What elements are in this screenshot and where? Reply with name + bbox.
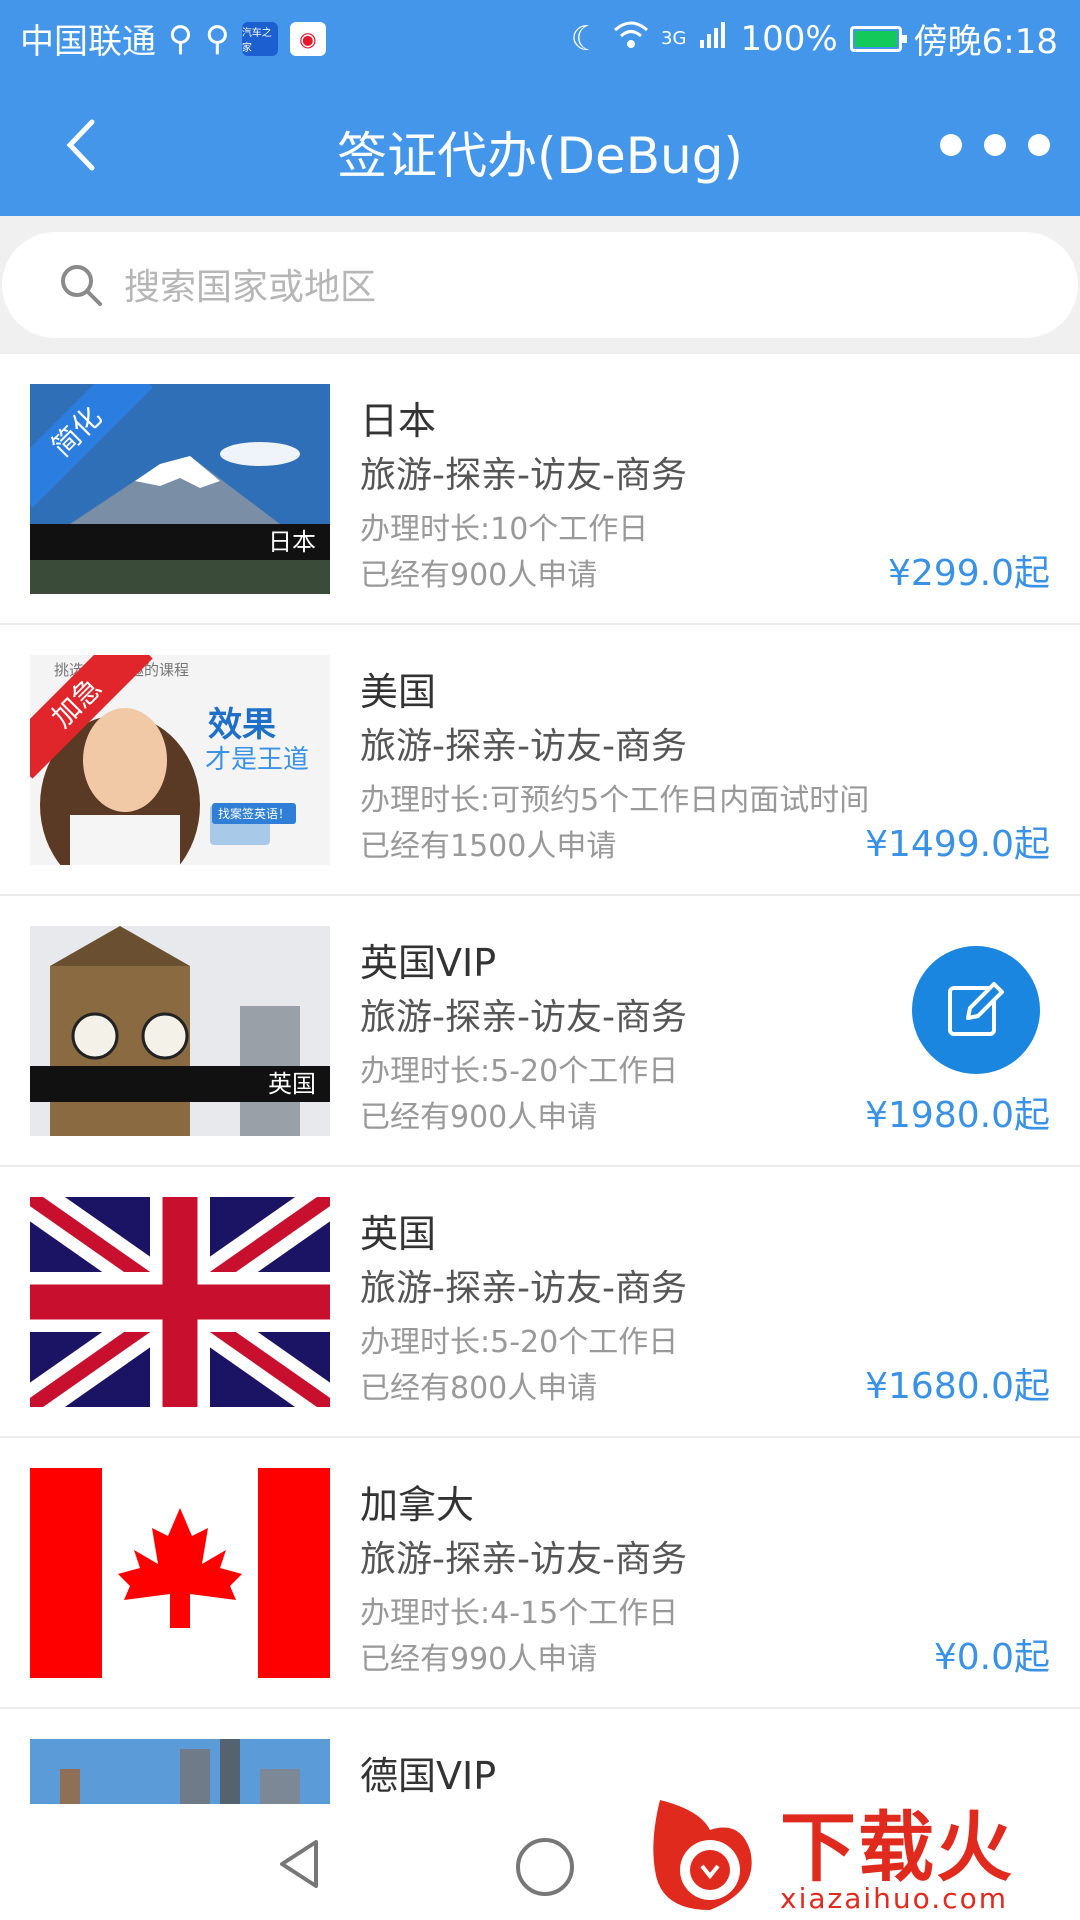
processing-time: 办理时长:可预约5个工作日内面试时间 <box>360 783 870 818</box>
country-name: 美国 <box>360 670 437 714</box>
battery-icon <box>849 25 907 52</box>
price: ¥1680.0起 <box>865 1366 1050 1407</box>
thumbnail-caption: 日本 <box>30 524 330 560</box>
more-dots-icon <box>940 134 962 156</box>
uk-flag-thumbnail <box>30 1197 330 1407</box>
thumbnail-caption: 英国 <box>30 1066 330 1102</box>
visa-types: 旅游-探亲-访友-商务 <box>360 1268 687 1309</box>
watermark-url: xiazaihuo.com <box>780 1882 1008 1915</box>
search-box[interactable] <box>2 232 1078 338</box>
visa-list: 日本 简化 日本 旅游-探亲-访友-商务 办理时长:10个工作日 已经有900人… <box>0 354 1080 1819</box>
japan-thumbnail: 日本 简化 <box>30 384 330 594</box>
price: ¥299.0起 <box>888 553 1050 594</box>
price: ¥0.0起 <box>933 1637 1050 1678</box>
clock: 傍晚6:18 <box>913 22 1058 62</box>
visa-types: 旅游-探亲-访友-商务 <box>360 1539 687 1580</box>
applicant-count: 已经有900人申请 <box>360 1100 598 1135</box>
country-name: 日本 <box>360 399 437 443</box>
country-name: 英国 <box>360 1212 437 1256</box>
canada-flag-thumbnail <box>30 1468 330 1678</box>
uk-vip-thumbnail: 英国 <box>30 926 330 1136</box>
uk-flag-icon <box>30 1197 330 1407</box>
weibo-icon: ◉ <box>289 21 326 56</box>
network-type-label: 3G <box>661 28 687 49</box>
search-icon <box>61 265 102 306</box>
moon-icon: ☾ <box>570 18 602 59</box>
nav-back-icon[interactable] <box>272 1836 328 1892</box>
country-name: 德国VIP <box>360 1754 497 1798</box>
usb-icon-2: ⚲ <box>204 18 230 59</box>
visa-types: 旅游-探亲-访友-商务 <box>360 726 687 767</box>
signal-icon <box>698 19 728 59</box>
ad-button: 找案签英语！ <box>212 803 297 824</box>
processing-time: 办理时长:10个工作日 <box>360 512 649 547</box>
applicant-count: 已经有900人申请 <box>360 558 598 593</box>
watermark-logo: 下载火 xiazaihuo.com <box>640 1780 1080 1920</box>
carrier-label: 中国联通 <box>20 22 156 62</box>
processing-time: 办理时长:5-20个工作日 <box>360 1325 679 1360</box>
wifi-icon <box>613 19 649 59</box>
price: ¥1499.0起 <box>865 824 1050 865</box>
search-area <box>0 216 1080 354</box>
applicant-count: 已经有990人申请 <box>360 1642 598 1677</box>
visa-types: 旅游-探亲-访友-商务 <box>360 455 687 496</box>
page-title: 签证代办(DeBug) <box>336 127 743 185</box>
edit-fab-button[interactable] <box>912 946 1040 1074</box>
visa-item-usa[interactable]: 挑选你感兴趣的课程 效果 才是王道 找案签英语！ 加急 美国 旅游-探亲-访友-… <box>0 625 1080 896</box>
processing-time: 办理时长:5-20个工作日 <box>360 1054 679 1089</box>
edit-icon <box>948 982 1004 1036</box>
ad-subtitle: 才是王道 <box>205 745 310 775</box>
watermark-text: 下载火 <box>780 1803 1014 1892</box>
visa-item-canada[interactable]: 加拿大 旅游-探亲-访友-商务 办理时长:4-15个工作日 已经有990人申请 … <box>0 1438 1080 1709</box>
visa-item-japan[interactable]: 日本 简化 日本 旅游-探亲-访友-商务 办理时长:10个工作日 已经有900人… <box>0 354 1080 625</box>
status-bar: 中国联通 ⚲ ⚲ 汽车之家 ◉ ☾ 3G 100% 傍晚6:18 <box>0 0 1080 72</box>
processing-time: 办理时长:4-15个工作日 <box>360 1596 679 1631</box>
nav-home-icon[interactable] <box>516 1838 574 1896</box>
usb-icon: ⚲ <box>168 18 193 59</box>
flame-logo-icon <box>653 1800 752 1910</box>
visa-types: 旅游-探亲-访友-商务 <box>360 997 687 1038</box>
canada-flag-icon <box>30 1468 330 1678</box>
app-notification-icon: 汽车之家 <box>241 21 278 56</box>
usa-thumbnail: 挑选你感兴趣的课程 效果 才是王道 找案签英语！ 加急 <box>30 655 330 865</box>
search-input[interactable] <box>122 256 1026 318</box>
visa-item-uk[interactable]: 英国 旅游-探亲-访友-商务 办理时长:5-20个工作日 已经有800人申请 ¥… <box>0 1167 1080 1438</box>
applicant-count: 已经有1500人申请 <box>360 829 617 864</box>
applicant-count: 已经有800人申请 <box>360 1371 598 1406</box>
price: ¥1980.0起 <box>865 1095 1050 1136</box>
battery-percent: 100% <box>740 18 838 59</box>
country-name: 加拿大 <box>360 1483 475 1527</box>
title-bar: 签证代办(DeBug) <box>0 72 1080 216</box>
more-options-button[interactable] <box>940 120 1050 170</box>
country-name: 英国VIP <box>360 941 497 985</box>
